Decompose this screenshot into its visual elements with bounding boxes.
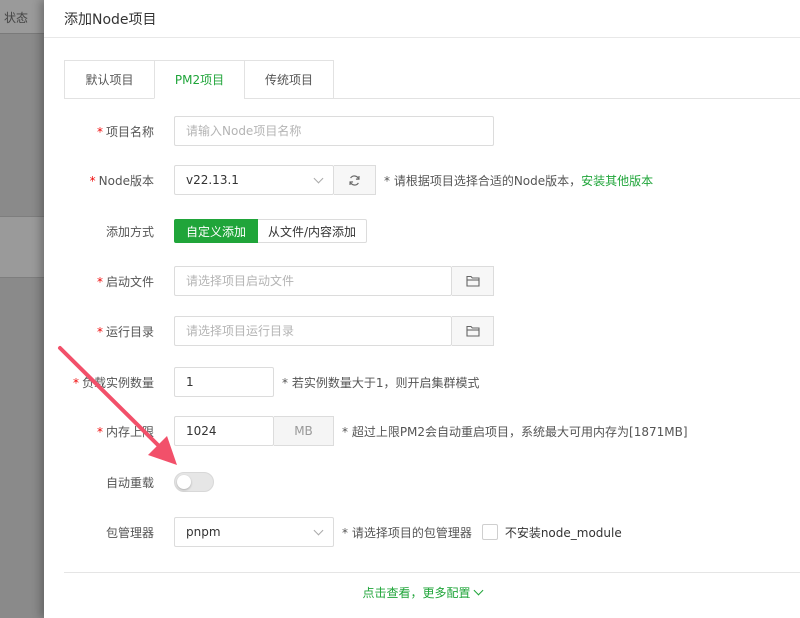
package-manager-value: pnpm — [186, 525, 221, 539]
folder-icon — [465, 325, 480, 337]
instances-hint: * 若实例数量大于1，则开启集群模式 — [282, 375, 480, 390]
modal-title: 添加Node项目 — [64, 11, 157, 28]
background-page — [0, 0, 44, 618]
row-memory-limit: *内存上限 MB * 超过上限PM2会自动重启项目，系统最大可用内存为[1871… — [44, 416, 800, 446]
package-manager-hint: * 请选择项目的包管理器 — [342, 525, 472, 540]
row-auto-reload: 自动重载 — [44, 467, 800, 497]
node-version-label: * Node版本 — [89, 173, 154, 188]
start-file-browse-button[interactable] — [452, 266, 494, 296]
row-start-file: * 启动文件 — [44, 266, 800, 296]
skip-node-modules-label: 不安装node_module — [504, 525, 622, 540]
memory-unit-label: MB — [274, 416, 334, 446]
background-header: 状态 — [0, 0, 44, 34]
tab-traditional-project[interactable]: 传统项目 — [244, 60, 334, 99]
start-file-input[interactable] — [174, 266, 452, 296]
skip-node-modules-checkbox[interactable] — [481, 524, 498, 540]
row-package-manager: 包管理器 pnpm * 请选择项目的包管理器 不安装node_module — [44, 517, 800, 547]
background-row — [0, 216, 44, 278]
folder-icon — [465, 275, 480, 287]
chevron-down-icon — [473, 585, 483, 596]
project-name-input[interactable] — [174, 116, 494, 146]
project-type-tabs: 默认项目 PM2项目 传统项目 — [64, 60, 334, 99]
row-run-dir: * 运行目录 — [44, 316, 800, 346]
modal-header: 添加Node项目 — [44, 0, 800, 38]
install-other-version-link[interactable]: 安装其他版本 — [581, 174, 653, 188]
package-manager-label: 包管理器 — [105, 525, 154, 540]
add-method-label: 添加方式 — [105, 224, 154, 239]
package-manager-select[interactable]: pnpm — [174, 517, 334, 547]
project-name-label: * 项目名称 — [96, 124, 154, 139]
tab-pm2-project[interactable]: PM2项目 — [154, 60, 244, 99]
run-dir-input[interactable] — [174, 316, 452, 346]
auto-reload-toggle[interactable] — [174, 472, 214, 492]
custom-add-button[interactable]: 自定义添加 — [174, 219, 259, 243]
run-dir-browse-button[interactable] — [452, 316, 494, 346]
auto-reload-label: 自动重载 — [105, 475, 154, 490]
run-dir-label: * 运行目录 — [96, 324, 154, 339]
memory-limit-input[interactable] — [174, 416, 274, 446]
row-project-name: * 项目名称 — [44, 116, 800, 146]
background-status-label: 状态 — [4, 11, 29, 25]
row-instances: *负载实例数量 * 若实例数量大于1，则开启集群模式 — [44, 367, 800, 397]
chevron-down-icon — [313, 173, 324, 183]
node-version-value: v22.13.1 — [186, 173, 239, 187]
start-file-label: * 启动文件 — [96, 274, 154, 289]
from-file-add-button[interactable]: 从文件/内容添加 — [258, 219, 368, 243]
refresh-icon — [349, 174, 360, 186]
node-version-hint: * 请根据项目选择合适的Node版本，安装其他版本 — [384, 173, 654, 188]
row-node-version: * Node版本 v22.13.1 * 请根据项目选择合适的Node版本，安装其他… — [44, 165, 800, 195]
instances-label: * 负载实例数量 — [72, 375, 154, 390]
instances-input[interactable] — [174, 367, 274, 397]
memory-limit-label: * 内存上限 — [96, 424, 154, 439]
footer-divider — [64, 572, 800, 573]
toggle-knob — [177, 475, 191, 489]
more-config-link[interactable]: 点击查看，更多配置 — [44, 584, 800, 601]
tab-default-project[interactable]: 默认项目 — [64, 60, 154, 99]
chevron-down-icon — [313, 525, 324, 535]
row-add-method: 添加方式 自定义添加 从文件/内容添加 — [44, 216, 800, 246]
node-version-select[interactable]: v22.13.1 — [174, 165, 334, 195]
refresh-button[interactable] — [334, 165, 376, 195]
memory-limit-hint: * 超过上限PM2会自动重启项目，系统最大可用内存为[1871MB] — [342, 424, 688, 439]
add-node-project-modal: 添加Node项目 默认项目 PM2项目 传统项目 *项目名称 *Node版本 v… — [44, 0, 800, 618]
